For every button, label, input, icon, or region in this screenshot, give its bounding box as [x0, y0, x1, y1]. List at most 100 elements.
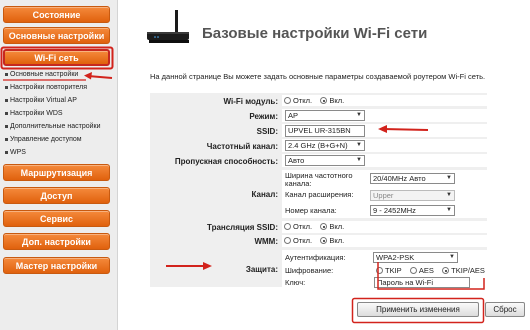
subnav-virtual-ap[interactable]: Настройки Virtual AP [5, 97, 77, 104]
radio-icon [284, 97, 291, 104]
chevron-down-icon: ▼ [356, 157, 362, 163]
bullet-icon [5, 138, 8, 141]
bandwidth-label: Пропускная способность: [174, 157, 278, 166]
ssid-input[interactable]: UPVEL UR-315BN [285, 125, 365, 137]
nav-routing[interactable]: Маршрутизация [3, 164, 110, 181]
enc-tkip-aes[interactable]: TKIP/AES [442, 266, 485, 275]
wifi-module-label: Wi-Fi модуль: [223, 97, 278, 106]
ssid-label: SSID: [256, 127, 278, 136]
wifi-module-off[interactable]: Откл. [284, 96, 312, 105]
radio-checked-icon [320, 237, 328, 244]
select-value: 9 - 2452MHz [373, 206, 416, 215]
reset-button[interactable]: Сброс [485, 302, 525, 317]
radio-checked-icon [320, 223, 328, 230]
radio-icon [284, 237, 291, 244]
bullet-icon [5, 112, 8, 115]
nav-access[interactable]: Доступ [3, 187, 110, 204]
channel-ext-label: Канал расширения: [285, 190, 354, 199]
key-label: Ключ: [285, 278, 306, 287]
enc-tkip[interactable]: TKIP [376, 266, 402, 275]
bullet-icon [5, 125, 8, 128]
radio-checked-icon [320, 97, 328, 104]
ssid-broadcast-label: Трансляция SSID: [206, 223, 278, 232]
wifi-module-radios: Откл. Вкл. [284, 96, 350, 106]
subnav-basic[interactable]: Основные настройки [5, 71, 78, 78]
router-icon [147, 10, 189, 43]
channel-number-select[interactable]: 9 - 2452MHz ▼ [370, 205, 455, 216]
encryption-label: Шифрование: [285, 266, 334, 275]
channel-label: Канал: [251, 190, 278, 199]
radio-icon [284, 223, 291, 230]
radio-label: TKIP [385, 266, 402, 275]
wmm-label: WMM: [254, 237, 278, 246]
security-label: Защита: [245, 265, 278, 274]
enc-aes[interactable]: AES [409, 266, 434, 275]
channel-ext-select[interactable]: Upper ▼ [370, 190, 455, 201]
wifi-settings-form: Wi-Fi модуль: Откл. Вкл. Режим: AP ▼ SSID… [150, 93, 487, 288]
radio-label: TKIP/AES [451, 266, 485, 275]
radio-label: Вкл. [329, 96, 345, 105]
encryption-radios: TKIP AES TKIP/AES [376, 266, 491, 276]
mode-label: Режим: [249, 112, 278, 121]
channel-width-label: Ширина частотного канала: [285, 171, 353, 188]
bullet-icon [5, 151, 8, 154]
select-value: 2.4 GHz (B+G+N) [288, 141, 348, 150]
chevron-down-icon: ▼ [356, 142, 362, 148]
wmm-radios: Откл. Вкл. [284, 236, 350, 246]
bullet-icon [5, 86, 8, 89]
bandwidth-select[interactable]: Авто ▼ [285, 155, 365, 166]
chevron-down-icon: ▼ [446, 192, 452, 198]
radio-label: Откл. [293, 222, 313, 231]
ssid-broadcast-off[interactable]: Откл. [284, 222, 312, 231]
nav-basic-settings[interactable]: Основные настройки [3, 27, 110, 44]
nav-wizard[interactable]: Мастер настройки [3, 257, 110, 274]
radio-label: Откл. [293, 96, 313, 105]
select-value: 20/40MHz Авто [373, 174, 426, 183]
wmm-off[interactable]: Откл. [284, 236, 312, 245]
subnav-access-control[interactable]: Управление доступом [5, 136, 82, 143]
band-label: Частотный канал: [206, 142, 278, 151]
wmm-on[interactable]: Вкл. [320, 236, 344, 245]
channel-number-label: Номер канала: [285, 206, 337, 215]
apply-button[interactable]: Применить изменения [357, 302, 479, 317]
bullet-icon [5, 73, 8, 76]
wifi-module-on[interactable]: Вкл. [320, 96, 344, 105]
radio-icon [409, 267, 417, 274]
select-value: Авто [288, 156, 305, 165]
nav-status[interactable]: Состояние [3, 6, 110, 23]
subnav-wds[interactable]: Настройки WDS [5, 110, 63, 117]
subnav-wps[interactable]: WPS [5, 149, 26, 156]
chevron-down-icon: ▼ [449, 254, 455, 260]
bullet-icon [5, 99, 8, 102]
nav-wifi[interactable]: Wi-Fi сеть [3, 49, 110, 66]
radio-label: Вкл. [329, 222, 345, 231]
mode-select[interactable]: AP ▼ [285, 110, 365, 121]
subnav-label: Настройки WDS [10, 110, 63, 117]
ssid-broadcast-on[interactable]: Вкл. [320, 222, 344, 231]
radio-label: Откл. [293, 236, 313, 245]
sidebar: Состояние Основные настройки Wi-Fi сеть … [0, 0, 118, 330]
subnav-label: Основные настройки [10, 71, 79, 78]
ssid-broadcast-radios: Откл. Вкл. [284, 222, 350, 232]
subnav-label: WPS [10, 149, 26, 156]
channel-width-select[interactable]: 20/40MHz Авто ▼ [370, 173, 455, 184]
chevron-down-icon: ▼ [446, 175, 452, 181]
subnav-label: Настройки повторителя [10, 84, 88, 91]
subnav-advanced[interactable]: Дополнительные настройки [5, 123, 101, 130]
radio-checked-icon [442, 267, 450, 274]
auth-label: Аутентификация: [285, 253, 346, 262]
subnav-label: Управление доступом [10, 136, 82, 143]
radio-icon [376, 267, 383, 274]
auth-select[interactable]: WPA2-PSK ▼ [373, 252, 458, 263]
key-input[interactable]: Пароль на Wi-Fi [374, 277, 470, 288]
select-value: WPA2-PSK [376, 253, 415, 262]
page-description: На данной странице Вы можете задать осно… [150, 72, 486, 81]
chevron-down-icon: ▼ [446, 207, 452, 213]
band-select[interactable]: 2.4 GHz (B+G+N) ▼ [285, 140, 365, 151]
subnav-repeater[interactable]: Настройки повторителя [5, 84, 87, 91]
select-value: Upper [373, 191, 394, 200]
nav-service[interactable]: Сервис [3, 210, 110, 227]
chevron-down-icon: ▼ [356, 112, 362, 118]
radio-label: Вкл. [329, 236, 345, 245]
nav-extra-settings[interactable]: Доп. настройки [3, 233, 110, 250]
